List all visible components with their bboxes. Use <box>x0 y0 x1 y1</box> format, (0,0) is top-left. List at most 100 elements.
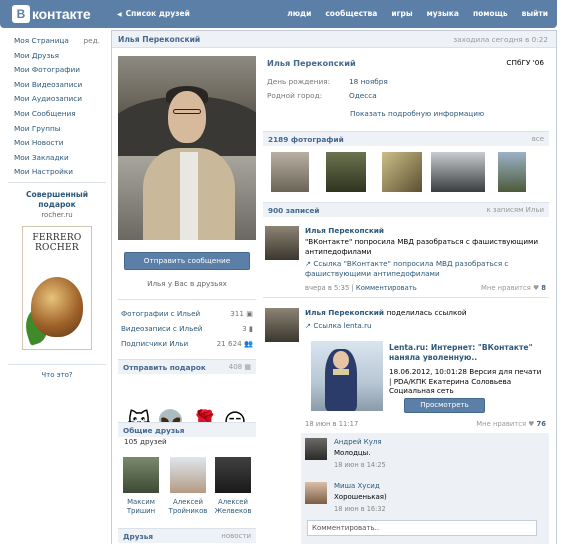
profile-panel: Илья Перекопский заходила сегодня в 0:22… <box>111 30 557 544</box>
birthday-row: День рождения: 18 ноября <box>267 77 388 86</box>
comment-author[interactable]: Миша Хусид <box>334 482 380 490</box>
friend-avatar[interactable] <box>123 457 159 493</box>
sidebar-ad[interactable]: Совершенный подарок rocher.ru FERRERO RO… <box>8 182 106 350</box>
stat-followers[interactable]: Подписчики Ильи 21 624 👥 <box>121 339 253 348</box>
friend-name[interactable]: Максим Тришин <box>120 498 162 516</box>
gift-icon: ▦ <box>244 363 251 371</box>
view-link-button[interactable]: Просмотреть <box>404 398 485 413</box>
photo-thumbnail[interactable] <box>498 152 526 192</box>
vk-logo-mark: B <box>12 5 30 23</box>
photo-thumbnail[interactable] <box>431 152 485 192</box>
wall-to-owner-posts-link[interactable]: к записям Ильи <box>486 206 544 214</box>
menu-my-friends[interactable]: Мои Друзья <box>8 49 106 64</box>
link-icon: ↗ <box>305 259 312 268</box>
menu-my-page-label: Моя Страница <box>14 36 69 45</box>
nav-help[interactable]: помощь <box>473 9 508 18</box>
top-bar: B контакте ◀ Список друзей люди сообществ… <box>0 0 557 28</box>
common-friends-header[interactable]: Общие друзья <box>118 422 256 437</box>
menu-my-photos[interactable]: Мои Фотографии <box>8 63 106 78</box>
stat-photos-with[interactable]: Фотографии с Ильей 311 ▣ <box>121 309 253 318</box>
post-time[interactable]: вчера в 5:35 <box>305 284 349 292</box>
comment-time[interactable]: 18 июн в 16:32 <box>334 505 386 513</box>
nav-games[interactable]: игры <box>391 9 412 18</box>
post-like-button[interactable]: Мне нравится ♥ 76 <box>476 420 546 428</box>
stat-videos-with[interactable]: Видеозаписи с Ильей 3 ▮ <box>121 324 253 333</box>
ad-title[interactable]: Совершенный подарок <box>8 190 106 210</box>
ad-what-is-this-link[interactable]: Что это? <box>8 364 106 379</box>
photos-header[interactable]: 2189 фотографий все <box>263 131 549 146</box>
shared-link-image[interactable] <box>311 341 383 411</box>
video-icon: ▮ <box>249 324 253 333</box>
friend-name[interactable]: Алексей Желвеков <box>212 498 254 516</box>
in-friends-status[interactable]: Илья у Вас в друзьях <box>118 279 256 288</box>
comment-avatar[interactable] <box>305 482 327 504</box>
menu-my-news[interactable]: Мои Новости <box>8 136 106 151</box>
friend-card[interactable]: Максим Тришин <box>120 457 162 516</box>
nav-people[interactable]: люди <box>287 9 311 18</box>
menu-my-videos[interactable]: Мои Видеозаписи <box>8 78 106 93</box>
comment-input[interactable]: Комментировать.. <box>307 520 537 536</box>
profile-name: Илья Перекопский <box>267 58 356 68</box>
hometown-label: Родной город: <box>267 91 323 100</box>
post-author-avatar[interactable] <box>265 226 299 260</box>
post-author-name[interactable]: Илья Перекопский <box>305 226 384 235</box>
profile-photo[interactable] <box>118 56 256 240</box>
nav-logout[interactable]: выйти <box>522 9 548 18</box>
gifts-header[interactable]: Отправить подарок 408 ▦ <box>118 359 256 374</box>
friend-avatar[interactable] <box>170 457 206 493</box>
wall-header[interactable]: 900 записей к записям Ильи <box>263 202 549 217</box>
post-text: "ВКонтакте" попросила МВД разобраться с … <box>305 237 539 256</box>
stat-label: Видеозаписи с Ильей <box>121 324 203 333</box>
photos-all-link[interactable]: все <box>532 135 544 143</box>
friend-card[interactable]: Алексей Желвеков <box>212 457 254 516</box>
ad-brand-line1: FERRERO <box>32 233 82 243</box>
like-count: 76 <box>536 420 546 428</box>
birthday-value[interactable]: 18 ноября <box>349 77 388 86</box>
edit-link[interactable]: ред. <box>84 34 101 49</box>
shared-link-title[interactable]: Lenta.ru: Интернет: "ВКонтакте" наняла у… <box>389 343 545 363</box>
nav-communities[interactable]: сообщества <box>325 9 377 18</box>
hometown-value[interactable]: Одесса <box>349 91 377 100</box>
friends-news-link[interactable]: новости <box>221 532 251 540</box>
friend-avatar[interactable] <box>215 457 251 493</box>
comment-author[interactable]: Андрей Куля <box>334 438 382 446</box>
post-link[interactable]: ↗ Ссылка "ВКонтакте" попросила МВД разоб… <box>305 259 541 278</box>
divider <box>118 299 256 300</box>
post-action: поделилась ссылкой <box>386 308 467 317</box>
menu-my-audio[interactable]: Мои Аудиозаписи <box>8 92 106 107</box>
post-time[interactable]: 18 июн в 11:17 <box>305 420 358 428</box>
menu-my-bookmarks[interactable]: Мои Закладки <box>8 151 106 166</box>
post-author-avatar[interactable] <box>265 308 299 342</box>
ad-image[interactable]: FERRERO ROCHER <box>22 226 92 350</box>
photo-thumbnail[interactable] <box>382 152 422 192</box>
back-label: Список друзей <box>125 9 190 18</box>
menu-my-page[interactable]: Моя Страница ред. <box>8 34 106 49</box>
friend-name[interactable]: Алексей Тройников <box>167 498 209 516</box>
menu-my-messages[interactable]: Мои Сообщения <box>8 107 106 122</box>
show-more-info-link[interactable]: Показать подробную информацию <box>350 109 484 118</box>
gifts-title: Отправить подарок <box>123 363 206 372</box>
post-link[interactable]: ↗ Ссылка lenta.ru <box>305 321 372 331</box>
photo-thumbnail[interactable] <box>271 152 309 192</box>
people-icon: 👥 <box>244 339 253 348</box>
heart-icon: ♥ <box>528 420 535 428</box>
comment-avatar[interactable] <box>305 438 327 460</box>
menu-my-settings[interactable]: Мои Настройки <box>8 165 106 180</box>
friends-header[interactable]: Друзья новости <box>118 528 256 543</box>
photo-thumbnail[interactable] <box>326 152 366 192</box>
friends-list-back-link[interactable]: ◀ Список друзей <box>117 9 190 18</box>
friend-card[interactable]: Алексей Тройников <box>167 457 209 516</box>
link-icon: ↗ <box>305 321 312 330</box>
nav-music[interactable]: музыка <box>427 9 459 18</box>
post-like-button[interactable]: Мне нравится ♥ 8 <box>481 284 546 292</box>
post-author-name[interactable]: Илья Перекопский поделилась ссылкой <box>305 308 467 317</box>
menu-my-groups[interactable]: Мои Группы <box>8 122 106 137</box>
vk-logo-text: контакте <box>32 6 91 22</box>
comment-time[interactable]: 18 июн в 14:25 <box>334 461 386 469</box>
post-comment-link[interactable]: Комментировать <box>356 284 417 292</box>
chevron-left-icon: ◀ <box>117 11 122 18</box>
vk-logo[interactable]: B контакте <box>12 4 91 24</box>
send-message-button[interactable]: Отправить сообщение <box>124 252 250 270</box>
profile-university[interactable]: СПбГУ '06 <box>506 58 544 67</box>
profile-header-name: Илья Перекопский <box>118 35 201 44</box>
